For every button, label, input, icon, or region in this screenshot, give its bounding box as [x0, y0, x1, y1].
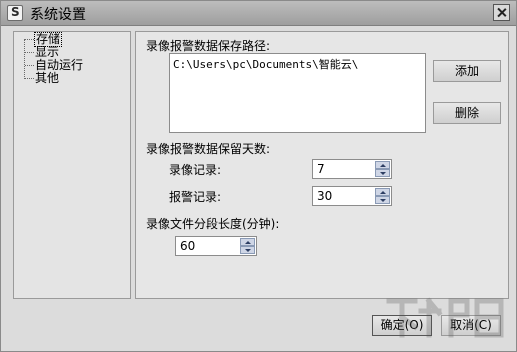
app-icon [7, 5, 23, 21]
tree-connector [25, 39, 34, 40]
segment-length-label: 录像文件分段长度(分钟): [146, 217, 280, 231]
add-path-button[interactable]: 添加 [433, 60, 501, 82]
segment-length-stepper[interactable]: 60 [175, 236, 257, 256]
increment-arrow-icon[interactable] [375, 188, 390, 196]
segment-length-value[interactable]: 60 [180, 239, 195, 253]
increment-arrow-icon[interactable] [375, 161, 390, 169]
record-days-label: 录像记录: [169, 163, 222, 177]
alarm-days-value[interactable]: 30 [317, 189, 332, 203]
title-bar[interactable]: 系统设置 [1, 1, 516, 26]
retention-days-label: 录像报警数据保留天数: [146, 142, 271, 156]
alarm-days-stepper[interactable]: 30 [312, 186, 392, 206]
increment-arrow-icon[interactable] [240, 238, 255, 246]
tree-connector [25, 52, 34, 53]
save-path-item[interactable]: C:\Users\pc\Documents\智能云\ [173, 56, 358, 72]
window-title: 系统设置 [30, 7, 86, 23]
decrement-arrow-icon[interactable] [375, 169, 390, 177]
record-days-value[interactable]: 7 [317, 162, 325, 176]
decrement-arrow-icon[interactable] [240, 246, 255, 254]
settings-category-tree: 存储 显示 自动运行 其他 [13, 31, 131, 299]
settings-dialog: 系统设置 存储 显示 自动运行 其他 录像报警数据保存路径: C:\Users\… [0, 0, 517, 352]
tree-item-other[interactable]: 其他 [35, 72, 59, 85]
save-path-list[interactable]: C:\Users\pc\Documents\智能云\ [169, 53, 426, 133]
ok-button[interactable]: 确定(O) [372, 315, 432, 336]
cancel-button[interactable]: 取消(C) [441, 315, 501, 336]
tree-connector [25, 78, 34, 79]
tree-connector [25, 65, 34, 66]
tree-connector [24, 39, 25, 79]
delete-path-button[interactable]: 删除 [433, 102, 501, 124]
decrement-arrow-icon[interactable] [375, 196, 390, 204]
save-path-label: 录像报警数据保存路径: [146, 39, 271, 53]
record-days-stepper[interactable]: 7 [312, 159, 392, 179]
alarm-days-label: 报警记录: [169, 190, 222, 204]
close-button[interactable] [493, 4, 510, 21]
